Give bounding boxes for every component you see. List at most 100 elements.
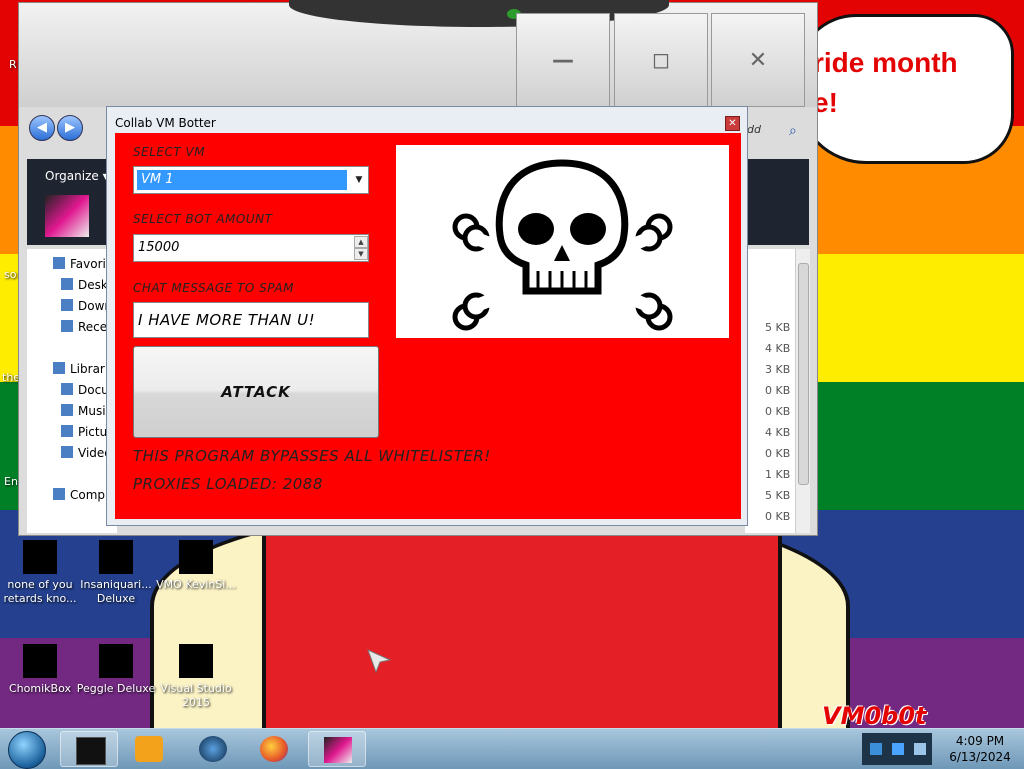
desktop-icon-label: ChomikBox: [9, 682, 71, 695]
desktop-icon-label: Visual Studio 2015: [160, 682, 232, 709]
speech-bubble: ride month e!: [796, 14, 1014, 164]
nav-item-recent[interactable]: Rece: [61, 320, 107, 334]
chevron-down-icon[interactable]: ▼: [352, 170, 366, 190]
picture-icon: [61, 425, 73, 437]
edge-label-2: so: [4, 268, 17, 281]
desktop-icon-visual-studio[interactable]: Visual Studio 2015: [156, 644, 236, 710]
redacted-icon: [179, 540, 213, 574]
window-title: Collab VM Botter: [115, 116, 216, 130]
desktop-icon-chomikbox[interactable]: ChomikBox: [0, 644, 80, 696]
file-size: 4 KB: [765, 426, 791, 439]
taskbar-item-browser[interactable]: [184, 731, 242, 767]
nav-item-music[interactable]: Musi: [61, 404, 106, 418]
bot-amount-stepper[interactable]: 15000 ▲ ▼: [133, 234, 369, 262]
nav-item-documents[interactable]: Docu: [61, 383, 109, 397]
back-arrow-icon[interactable]: ◀: [29, 115, 55, 141]
file-size: 0 KB: [765, 405, 791, 418]
redacted-icon: [23, 540, 57, 574]
system-tray: [862, 733, 932, 765]
navigation-buttons: ◀ ▶: [29, 115, 109, 145]
music-icon: [61, 404, 73, 416]
folder-thumbnail: [45, 195, 89, 237]
minimize-button[interactable]: —: [516, 13, 610, 107]
vm-select-dropdown[interactable]: VM 1 ▼: [133, 166, 369, 194]
navigation-pane: Favorit Deskt Down Rece Librarie Docu Mu…: [27, 249, 117, 533]
desktop-icon-insaniquarium[interactable]: Insaniquari... Deluxe: [76, 540, 156, 606]
select-vm-label: SELECT VM: [133, 145, 206, 159]
redacted-icon: [23, 644, 57, 678]
attack-button[interactable]: ATTACK: [133, 346, 379, 438]
vm-select-value: VM 1: [137, 170, 347, 190]
taskbar-item-firefox[interactable]: [245, 731, 303, 767]
desktop-icon-label: Peggle Deluxe: [76, 682, 156, 695]
clock-date: 6/13/2024: [949, 750, 1011, 764]
media-player-icon: [135, 736, 163, 762]
system-clock[interactable]: 4:09 PM 6/13/2024: [940, 733, 1020, 765]
nav-item-desktop[interactable]: Deskt: [61, 278, 113, 292]
nav-item-pictures[interactable]: Pictu: [61, 425, 107, 439]
volume-icon[interactable]: [914, 743, 926, 755]
vertical-scrollbar[interactable]: [795, 249, 810, 533]
file-size: 0 KB: [765, 510, 791, 523]
firefox-icon: [260, 736, 288, 762]
nav-item-computer[interactable]: Compu: [53, 488, 113, 502]
bot-amount-label: SELECT BOT AMOUNT: [133, 212, 273, 226]
taskbar-item-collab-vm-botter[interactable]: [308, 731, 366, 767]
stepper-up-icon[interactable]: ▲: [354, 236, 368, 248]
video-icon: [61, 446, 73, 458]
mouse-cursor-icon: [367, 649, 392, 674]
desktop-icon-label: none of you retards kno...: [3, 578, 77, 605]
skull-and-crossbones-icon: [452, 159, 673, 331]
desktop-icon-label: Insaniquari... Deluxe: [80, 578, 152, 605]
globe-icon: [199, 736, 227, 762]
library-icon: [53, 362, 65, 374]
desktop-icon-peggle[interactable]: Peggle Deluxe: [76, 644, 156, 696]
download-icon: [61, 299, 73, 311]
file-size: 0 KB: [765, 447, 791, 460]
forward-arrow-icon[interactable]: ▶: [57, 115, 83, 141]
chat-message-input[interactable]: I HAVE MORE THAN U!: [133, 302, 369, 338]
watermark: VM0b0t: [822, 702, 927, 728]
search-box-partial-text: dd: [747, 123, 761, 136]
start-button[interactable]: [8, 731, 46, 769]
redacted-icon: [99, 540, 133, 574]
maximize-button[interactable]: ◻: [614, 13, 708, 107]
scrollbar-thumb[interactable]: [798, 263, 809, 485]
document-icon: [61, 383, 73, 395]
close-icon[interactable]: ✕: [725, 116, 740, 131]
desktop-icon-label: VMO KevinSi...: [156, 578, 236, 591]
redacted-icon: [179, 644, 213, 678]
nav-item-favorites[interactable]: Favorit: [53, 257, 111, 271]
organize-menu[interactable]: Organize ▾: [45, 169, 109, 183]
taskbar-item-media-player[interactable]: [120, 731, 178, 767]
file-size: 0 KB: [765, 384, 791, 397]
chat-message-label: CHAT MESSAGE TO SPAM: [133, 281, 294, 295]
monitor-icon: [324, 737, 352, 763]
search-icon[interactable]: ⌕: [789, 123, 797, 139]
redacted-icon: [99, 644, 133, 678]
dialog-body: SELECT VM VM 1 ▼ SELECT BOT AMOUNT 15000…: [115, 133, 741, 519]
file-size: 4 KB: [765, 342, 791, 355]
chat-message-value: I HAVE MORE THAN U!: [138, 311, 316, 329]
computer-icon: [53, 488, 65, 500]
nav-item-videos[interactable]: Video: [61, 446, 112, 460]
file-size-column: 5 KB 4 KB 3 KB 0 KB 0 KB 4 KB 0 KB 1 KB …: [745, 249, 795, 533]
nav-item-downloads[interactable]: Down: [61, 299, 112, 313]
bot-amount-value: 15000: [138, 240, 180, 255]
desktop-icon-vmo-kevin[interactable]: VMO KevinSi...: [156, 540, 236, 592]
cartoon-figure-shirt: [262, 520, 782, 728]
stepper-down-icon[interactable]: ▼: [354, 248, 368, 260]
taskbar-item-explorer[interactable]: [60, 731, 118, 767]
desktop-icon-none-of-you[interactable]: none of you retards kno...: [0, 540, 80, 606]
file-size: 1 KB: [765, 468, 791, 481]
proxies-loaded-status: PROXIES LOADED: 2088: [133, 475, 323, 493]
file-size: 5 KB: [765, 321, 791, 334]
recent-icon: [61, 320, 73, 332]
speech-bubble-line-1: ride month: [813, 47, 958, 78]
network-icon[interactable]: [870, 743, 882, 755]
action-center-icon[interactable]: [892, 743, 904, 755]
close-button[interactable]: ✕: [711, 13, 805, 107]
file-size: 3 KB: [765, 363, 791, 376]
edge-label-4: En: [4, 475, 18, 488]
titlebar-decoration: [289, 0, 669, 27]
